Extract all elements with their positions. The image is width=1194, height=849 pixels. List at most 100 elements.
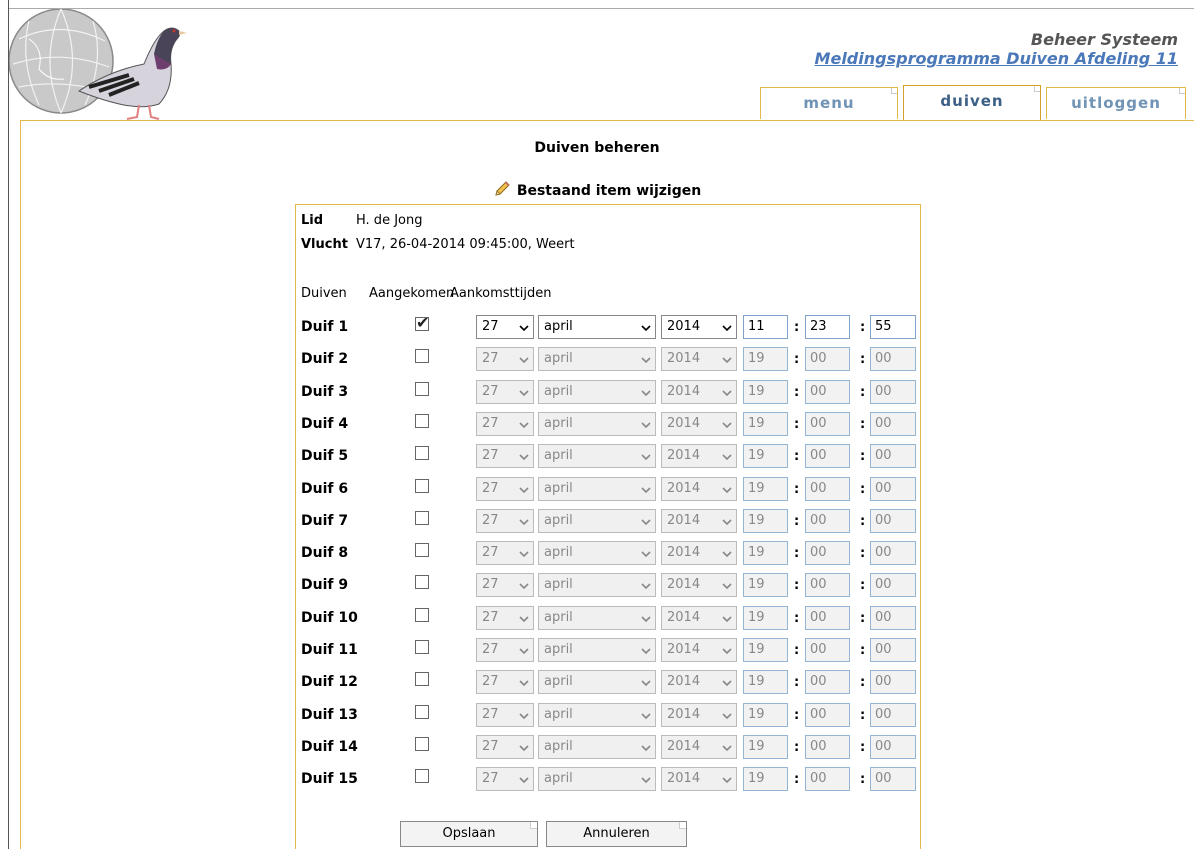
hour-input[interactable]: 19 (743, 541, 788, 566)
month-select[interactable]: april (538, 379, 656, 404)
aangekomen-checkbox[interactable] (415, 704, 429, 719)
second-input[interactable]: 00 (870, 508, 916, 533)
day-select[interactable]: 27 (476, 573, 534, 598)
day-select[interactable]: 27 (476, 444, 534, 469)
year-select[interactable]: 2014 (661, 702, 737, 727)
tab-uitloggen[interactable]: uitloggen (1046, 87, 1186, 119)
year-select[interactable]: 2014 (661, 444, 737, 469)
year-select[interactable]: 2014 (661, 476, 737, 501)
month-select[interactable]: april (538, 508, 656, 533)
aangekomen-checkbox[interactable] (415, 769, 429, 784)
day-select[interactable]: 27 (476, 379, 534, 404)
aangekomen-checkbox[interactable] (415, 672, 429, 687)
second-input[interactable]: 00 (870, 476, 916, 501)
second-input[interactable]: 00 (870, 347, 916, 372)
year-select[interactable]: 2014 (661, 347, 737, 372)
second-input[interactable]: 00 (870, 541, 916, 566)
month-select[interactable]: april (538, 444, 656, 469)
year-select[interactable]: 2014 (661, 605, 737, 630)
minute-input[interactable]: 00 (805, 379, 850, 404)
day-select[interactable]: 27 (476, 605, 534, 630)
year-select[interactable]: 2014 (661, 315, 737, 339)
hour-input[interactable]: 19 (743, 734, 788, 759)
program-link[interactable]: Meldingsprogramma Duiven Afdeling 11 (815, 49, 1178, 68)
hour-input[interactable]: 19 (743, 379, 788, 404)
hour-input[interactable]: 19 (743, 411, 788, 436)
hour-input[interactable]: 19 (743, 767, 788, 792)
hour-input[interactable]: 19 (743, 508, 788, 533)
hour-input[interactable]: 11 (743, 315, 788, 339)
day-select[interactable]: 27 (476, 315, 534, 339)
tab-menu[interactable]: menu (760, 87, 898, 119)
minute-input[interactable]: 00 (805, 444, 850, 469)
aangekomen-checkbox[interactable] (415, 413, 429, 428)
minute-input[interactable]: 00 (805, 508, 850, 533)
hour-input[interactable]: 19 (743, 670, 788, 695)
year-select[interactable]: 2014 (661, 670, 737, 695)
second-input[interactable]: 00 (870, 670, 916, 695)
hour-input[interactable]: 19 (743, 573, 788, 598)
day-select[interactable]: 27 (476, 541, 534, 566)
second-input[interactable]: 00 (870, 734, 916, 759)
second-input[interactable]: 00 (870, 379, 916, 404)
year-select[interactable]: 2014 (661, 638, 737, 662)
day-select[interactable]: 27 (476, 508, 534, 533)
aangekomen-checkbox[interactable] (415, 736, 429, 751)
year-select[interactable]: 2014 (661, 734, 737, 759)
hour-input[interactable]: 19 (743, 444, 788, 469)
second-input[interactable]: 00 (870, 702, 916, 727)
minute-input[interactable]: 00 (805, 411, 850, 436)
month-select[interactable]: april (538, 541, 656, 566)
aangekomen-checkbox[interactable] (415, 640, 429, 654)
day-select[interactable]: 27 (476, 670, 534, 695)
month-select[interactable]: april (538, 315, 656, 339)
month-select[interactable]: april (538, 573, 656, 598)
hour-input[interactable]: 19 (743, 702, 788, 727)
minute-input[interactable]: 00 (805, 767, 850, 792)
aangekomen-checkbox[interactable] (415, 313, 429, 332)
day-select[interactable]: 27 (476, 702, 534, 727)
aangekomen-checkbox[interactable] (415, 381, 429, 396)
aangekomen-checkbox[interactable] (415, 543, 429, 558)
day-select[interactable]: 27 (476, 411, 534, 436)
aangekomen-checkbox[interactable] (415, 510, 429, 525)
month-select[interactable]: april (538, 702, 656, 727)
year-select[interactable]: 2014 (661, 541, 737, 566)
aangekomen-checkbox[interactable] (415, 575, 429, 590)
day-select[interactable]: 27 (476, 476, 534, 501)
aangekomen-checkbox[interactable] (415, 446, 429, 461)
year-select[interactable]: 2014 (661, 379, 737, 404)
hour-input[interactable]: 19 (743, 476, 788, 501)
month-select[interactable]: april (538, 767, 656, 792)
minute-input[interactable]: 23 (805, 315, 850, 339)
second-input[interactable]: 00 (870, 573, 916, 598)
second-input[interactable]: 00 (870, 767, 916, 792)
year-select[interactable]: 2014 (661, 508, 737, 533)
second-input[interactable]: 00 (870, 638, 916, 662)
month-select[interactable]: april (538, 411, 656, 436)
month-select[interactable]: april (538, 605, 656, 630)
cancel-button[interactable]: Annuleren (546, 821, 687, 847)
day-select[interactable]: 27 (476, 347, 534, 372)
month-select[interactable]: april (538, 476, 656, 501)
minute-input[interactable]: 00 (805, 670, 850, 695)
second-input[interactable]: 00 (870, 444, 916, 469)
minute-input[interactable]: 00 (805, 541, 850, 566)
minute-input[interactable]: 00 (805, 702, 850, 727)
minute-input[interactable]: 00 (805, 638, 850, 662)
minute-input[interactable]: 00 (805, 573, 850, 598)
month-select[interactable]: april (538, 347, 656, 372)
day-select[interactable]: 27 (476, 767, 534, 792)
month-select[interactable]: april (538, 734, 656, 759)
year-select[interactable]: 2014 (661, 573, 737, 598)
aangekomen-checkbox[interactable] (415, 478, 429, 493)
minute-input[interactable]: 00 (805, 476, 850, 501)
month-select[interactable]: april (538, 638, 656, 662)
tab-duiven[interactable]: duiven (903, 85, 1041, 121)
hour-input[interactable]: 19 (743, 638, 788, 662)
second-input[interactable]: 55 (870, 315, 916, 339)
day-select[interactable]: 27 (476, 638, 534, 662)
hour-input[interactable]: 19 (743, 605, 788, 630)
hour-input[interactable]: 19 (743, 347, 788, 372)
minute-input[interactable]: 00 (805, 734, 850, 759)
